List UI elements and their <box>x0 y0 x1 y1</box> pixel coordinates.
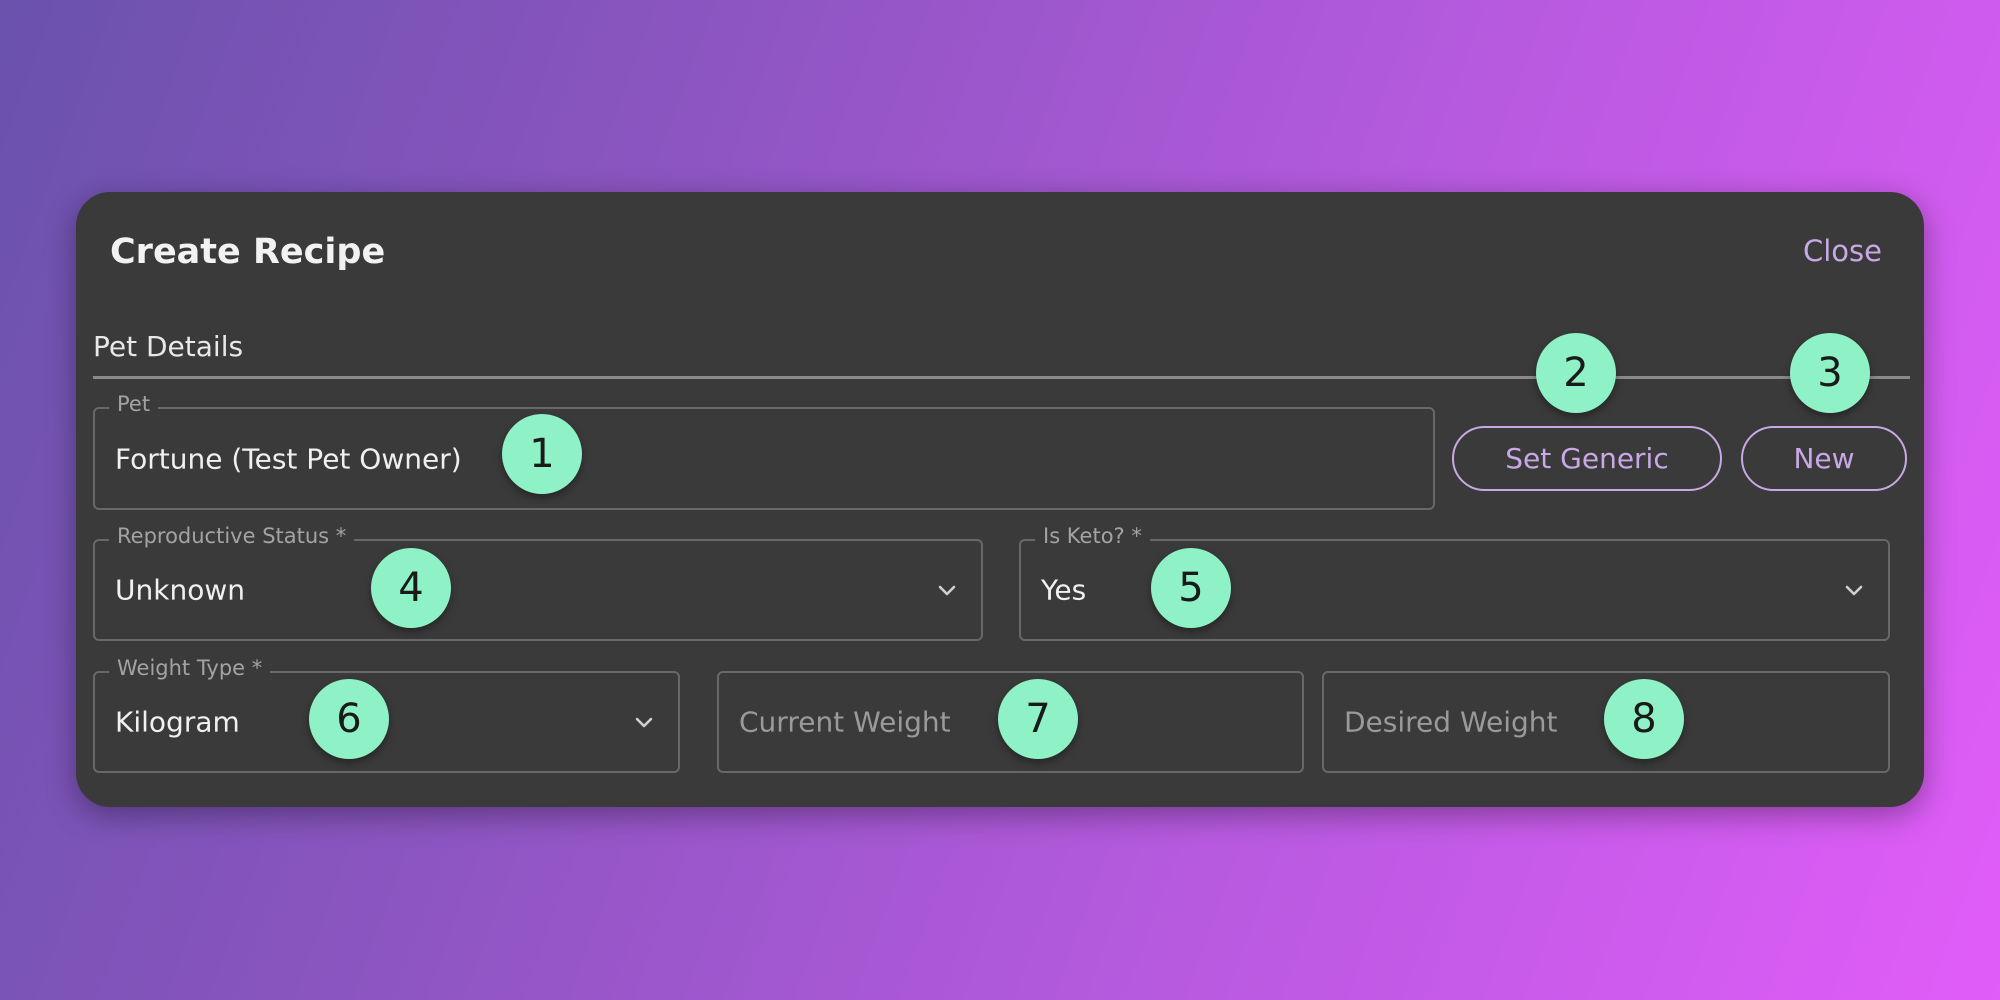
annotation-badge-7: 7 <box>998 679 1078 759</box>
annotation-badge-6: 6 <box>309 679 389 759</box>
annotation-badge-2: 2 <box>1536 333 1616 413</box>
close-button[interactable]: Close <box>1803 234 1882 268</box>
dialog-title: Create Recipe <box>110 232 386 272</box>
desired-weight-placeholder: Desired Weight <box>1344 705 1558 739</box>
weight-type-value: Kilogram <box>115 705 240 739</box>
annotation-badge-8: 8 <box>1604 679 1684 759</box>
reproductive-status-value: Unknown <box>115 573 245 607</box>
pet-field[interactable]: Pet Fortune (Test Pet Owner) <box>93 392 1435 510</box>
is-keto-value: Yes <box>1041 573 1087 607</box>
annotation-badge-4: 4 <box>371 548 451 628</box>
chevron-down-icon <box>938 585 956 596</box>
current-weight-placeholder: Current Weight <box>739 705 951 739</box>
annotation-badge-3: 3 <box>1790 333 1870 413</box>
weight-type-label: Weight Type * <box>109 656 271 680</box>
section-divider <box>93 376 1910 379</box>
annotation-badge-1: 1 <box>502 414 582 494</box>
section-title-pet-details: Pet Details <box>93 330 244 363</box>
annotation-badge-5: 5 <box>1151 548 1231 628</box>
pet-field-value: Fortune (Test Pet Owner) <box>115 442 462 475</box>
reproductive-status-label: Reproductive Status * <box>109 524 355 548</box>
is-keto-label: Is Keto? * <box>1035 524 1150 548</box>
set-generic-button[interactable]: Set Generic <box>1452 426 1722 491</box>
is-keto-select[interactable]: Is Keto? * Yes <box>1019 524 1890 641</box>
new-button[interactable]: New <box>1741 426 1907 491</box>
reproductive-status-select[interactable]: Reproductive Status * Unknown <box>93 524 983 641</box>
pet-field-label: Pet <box>109 392 159 416</box>
chevron-down-icon <box>635 717 653 728</box>
chevron-down-icon <box>1845 585 1863 596</box>
